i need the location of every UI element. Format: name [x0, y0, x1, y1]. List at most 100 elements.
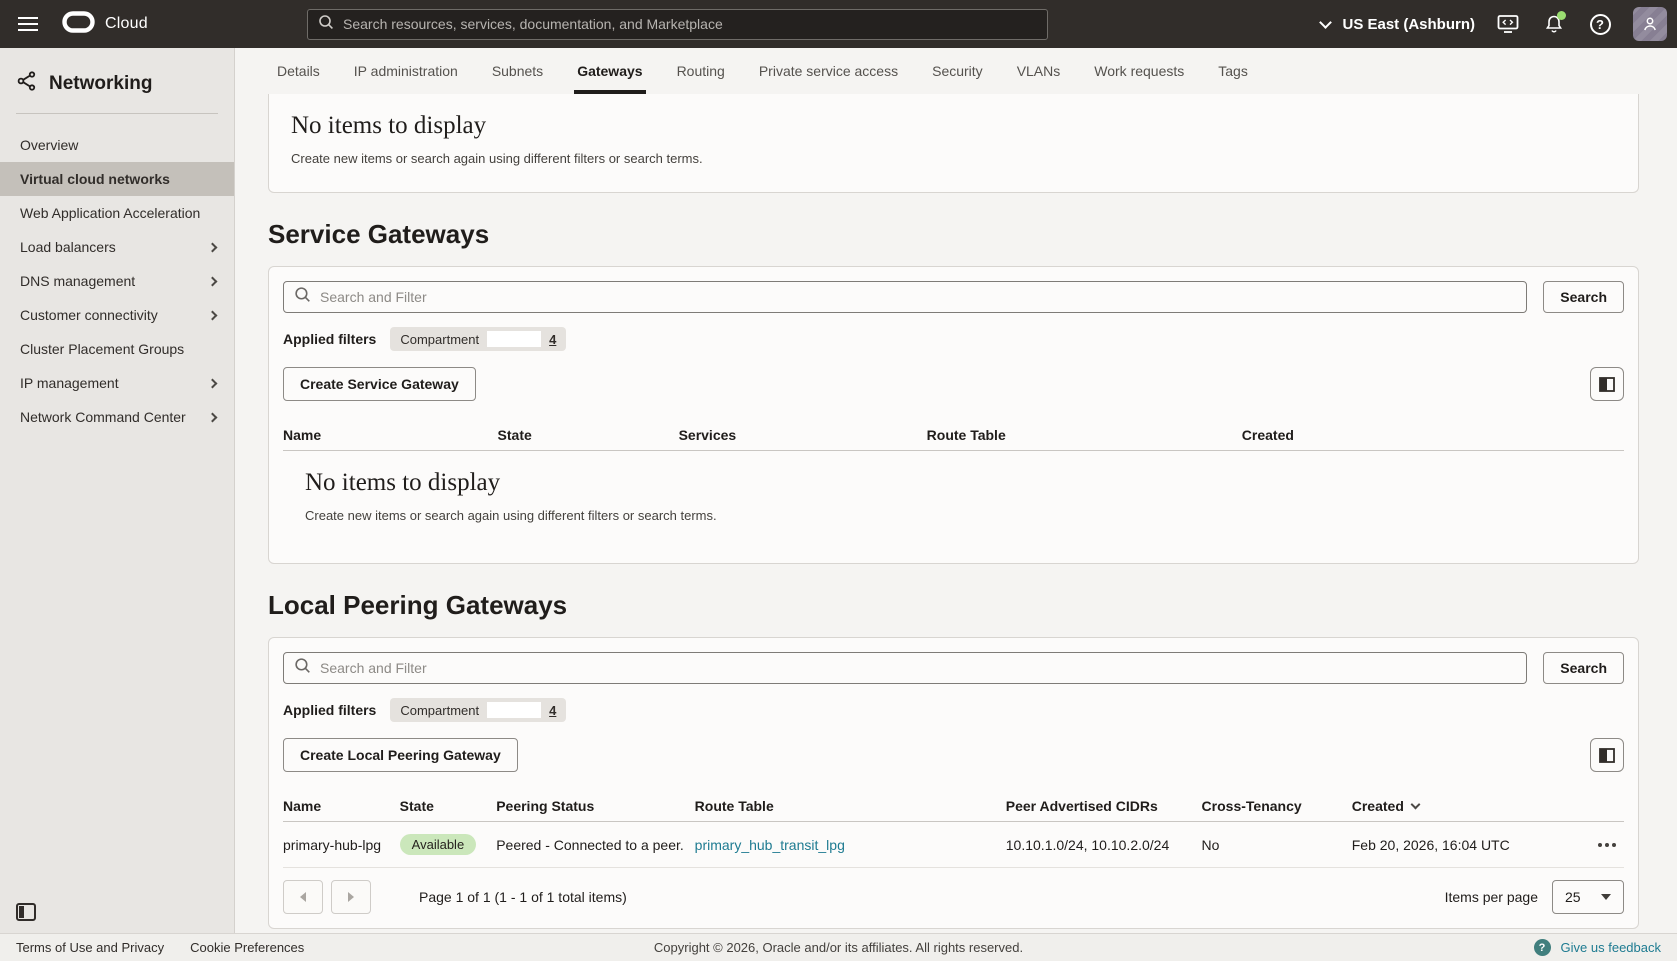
- empty-state-title: No items to display: [305, 469, 1602, 497]
- cell-peer-cidrs: 10.10.1.0/24, 10.10.2.0/24: [1006, 837, 1202, 853]
- items-per-page-select[interactable]: 25: [1552, 880, 1624, 914]
- local-peering-gateways-panel: Search Applied filters Compartment 4 Cre…: [268, 637, 1639, 929]
- tab-ip-administration[interactable]: IP administration: [337, 48, 475, 94]
- local-peering-gateways-heading: Local Peering Gateways: [268, 590, 1639, 621]
- create-local-peering-gateway-button[interactable]: Create Local Peering Gateway: [283, 738, 518, 772]
- lpg-applied-filters-label: Applied filters: [283, 702, 376, 718]
- sg-compartment-filter-chip[interactable]: Compartment 4: [390, 327, 566, 351]
- arrow-right-icon: [348, 892, 354, 902]
- help-icon[interactable]: ?: [1587, 11, 1613, 37]
- user-avatar[interactable]: [1633, 7, 1667, 41]
- sg-column-settings-button[interactable]: [1590, 367, 1624, 401]
- oci-console: Cloud US East (Ashburn) ?: [0, 0, 1677, 961]
- sidebar-item-customer-connectivity[interactable]: Customer connectivity: [0, 298, 234, 332]
- lpg-col-peering-status: Peering Status: [496, 798, 694, 814]
- terms-link[interactable]: Terms of Use and Privacy: [16, 940, 164, 955]
- page-footer: Terms of Use and Privacy Cookie Preferen…: [0, 933, 1677, 961]
- sg-col-name: Name: [283, 427, 498, 443]
- lpg-column-settings-button[interactable]: [1590, 738, 1624, 772]
- tab-security[interactable]: Security: [915, 48, 1000, 94]
- sidebar-item-ip-management[interactable]: IP management: [0, 366, 234, 400]
- top-header-bar: Cloud US East (Ashburn) ?: [0, 0, 1677, 48]
- empty-state-subtitle: Create new items or search again using d…: [291, 151, 1616, 166]
- sg-search-button[interactable]: Search: [1543, 281, 1624, 313]
- tab-vlans[interactable]: VLANs: [1000, 48, 1078, 94]
- feedback-help-icon: ?: [1534, 939, 1551, 956]
- row-actions-menu-icon[interactable]: [1560, 843, 1624, 847]
- cloud-shell-icon[interactable]: [1495, 11, 1521, 37]
- sidebar-item-web-application-acceleration[interactable]: Web Application Acceleration: [0, 196, 234, 230]
- region-selector[interactable]: US East (Ashburn): [1321, 16, 1475, 33]
- tab-routing[interactable]: Routing: [660, 48, 742, 94]
- sidebar-item-cluster-placement-groups[interactable]: Cluster Placement Groups: [0, 332, 234, 366]
- lpg-compartment-filter-chip[interactable]: Compartment 4: [390, 698, 566, 722]
- vcn-tab-bar: Details IP administration Subnets Gatewa…: [236, 48, 1677, 94]
- sg-col-state: State: [498, 427, 679, 443]
- sg-col-created: Created: [1242, 427, 1624, 443]
- table-row: primary-hub-lpg Available Peered - Conne…: [283, 822, 1624, 868]
- lpg-col-created[interactable]: Created: [1352, 798, 1560, 814]
- notifications-bell-icon[interactable]: [1541, 11, 1567, 37]
- hamburger-menu-icon[interactable]: [14, 7, 48, 41]
- tab-details[interactable]: Details: [260, 48, 337, 94]
- region-label: US East (Ashburn): [1342, 16, 1475, 33]
- sg-search-input[interactable]: [320, 289, 1516, 305]
- previous-page-button[interactable]: [283, 880, 323, 914]
- tab-tags[interactable]: Tags: [1201, 48, 1265, 94]
- internet-gateways-empty-panel: No items to display Create new items or …: [268, 94, 1639, 193]
- notification-dot: [1557, 11, 1566, 20]
- cell-peering-status: Peered - Connected to a peer.: [496, 837, 694, 853]
- gateways-content: No items to display Create new items or …: [236, 94, 1677, 929]
- sidebar-item-overview[interactable]: Overview: [0, 128, 234, 162]
- arrow-left-icon: [300, 892, 306, 902]
- tab-gateways[interactable]: Gateways: [560, 48, 659, 94]
- networking-icon: [16, 70, 38, 97]
- route-table-link[interactable]: primary_hub_transit_lpg: [695, 837, 845, 853]
- items-per-page-label: Items per page: [1445, 889, 1538, 905]
- tab-subnets[interactable]: Subnets: [475, 48, 560, 94]
- columns-icon: [1599, 748, 1615, 763]
- lpg-search-button[interactable]: Search: [1543, 652, 1624, 684]
- sidebar-item-load-balancers[interactable]: Load balancers: [0, 230, 234, 264]
- lpg-col-peer-cidrs: Peer Advertised CIDRs: [1006, 798, 1202, 814]
- lpg-col-name: Name: [283, 798, 400, 814]
- oracle-logo-icon: [62, 11, 95, 38]
- chevron-right-icon: [208, 378, 218, 388]
- oracle-cloud-home-link[interactable]: Cloud: [62, 11, 148, 38]
- sg-col-services: Services: [679, 427, 927, 443]
- chevron-right-icon: [208, 276, 218, 286]
- tab-private-service-access[interactable]: Private service access: [742, 48, 915, 94]
- sort-descending-icon[interactable]: [1410, 799, 1420, 809]
- chevron-right-icon: [208, 242, 218, 252]
- sidebar-item-virtual-cloud-networks[interactable]: Virtual cloud networks: [0, 162, 234, 196]
- sidebar-menu: Overview Virtual cloud networks Web Appl…: [0, 128, 234, 434]
- lpg-col-route-table: Route Table: [695, 798, 1006, 814]
- search-icon: [294, 657, 311, 679]
- global-search-input[interactable]: [343, 16, 1037, 32]
- sg-applied-filters-label: Applied filters: [283, 331, 376, 347]
- next-page-button[interactable]: [331, 880, 371, 914]
- local-peering-gateways-table: Name State Peering Status Route Table Pe…: [283, 790, 1624, 868]
- cookie-preferences-link[interactable]: Cookie Preferences: [190, 940, 304, 955]
- sidebar-header: Networking: [0, 48, 234, 113]
- give-feedback-link[interactable]: Give us feedback: [1561, 940, 1661, 955]
- cell-cross-tenancy: No: [1202, 837, 1352, 853]
- tab-work-requests[interactable]: Work requests: [1077, 48, 1201, 94]
- empty-state-title: No items to display: [291, 112, 1616, 140]
- header-controls: US East (Ashburn) ?: [1321, 7, 1667, 41]
- columns-icon: [1599, 377, 1615, 392]
- lpg-col-state: State: [400, 798, 497, 814]
- global-search[interactable]: [307, 9, 1048, 40]
- sidebar-item-network-command-center[interactable]: Network Command Center: [0, 400, 234, 434]
- lpg-search-input[interactable]: [320, 660, 1516, 676]
- sg-search-box[interactable]: [283, 281, 1527, 313]
- sidebar-item-dns-management[interactable]: DNS management: [0, 264, 234, 298]
- chevron-down-icon: [1320, 16, 1333, 29]
- collapse-sidebar-icon[interactable]: [16, 903, 36, 921]
- cell-name: primary-hub-lpg: [283, 837, 400, 853]
- create-service-gateway-button[interactable]: Create Service Gateway: [283, 367, 476, 401]
- sidebar-divider: [16, 113, 218, 114]
- lpg-search-box[interactable]: [283, 652, 1527, 684]
- lpg-col-cross-tenancy: Cross-Tenancy: [1202, 798, 1352, 814]
- lpg-pagination: Page 1 of 1 (1 - 1 of 1 total items) Ite…: [283, 880, 1624, 914]
